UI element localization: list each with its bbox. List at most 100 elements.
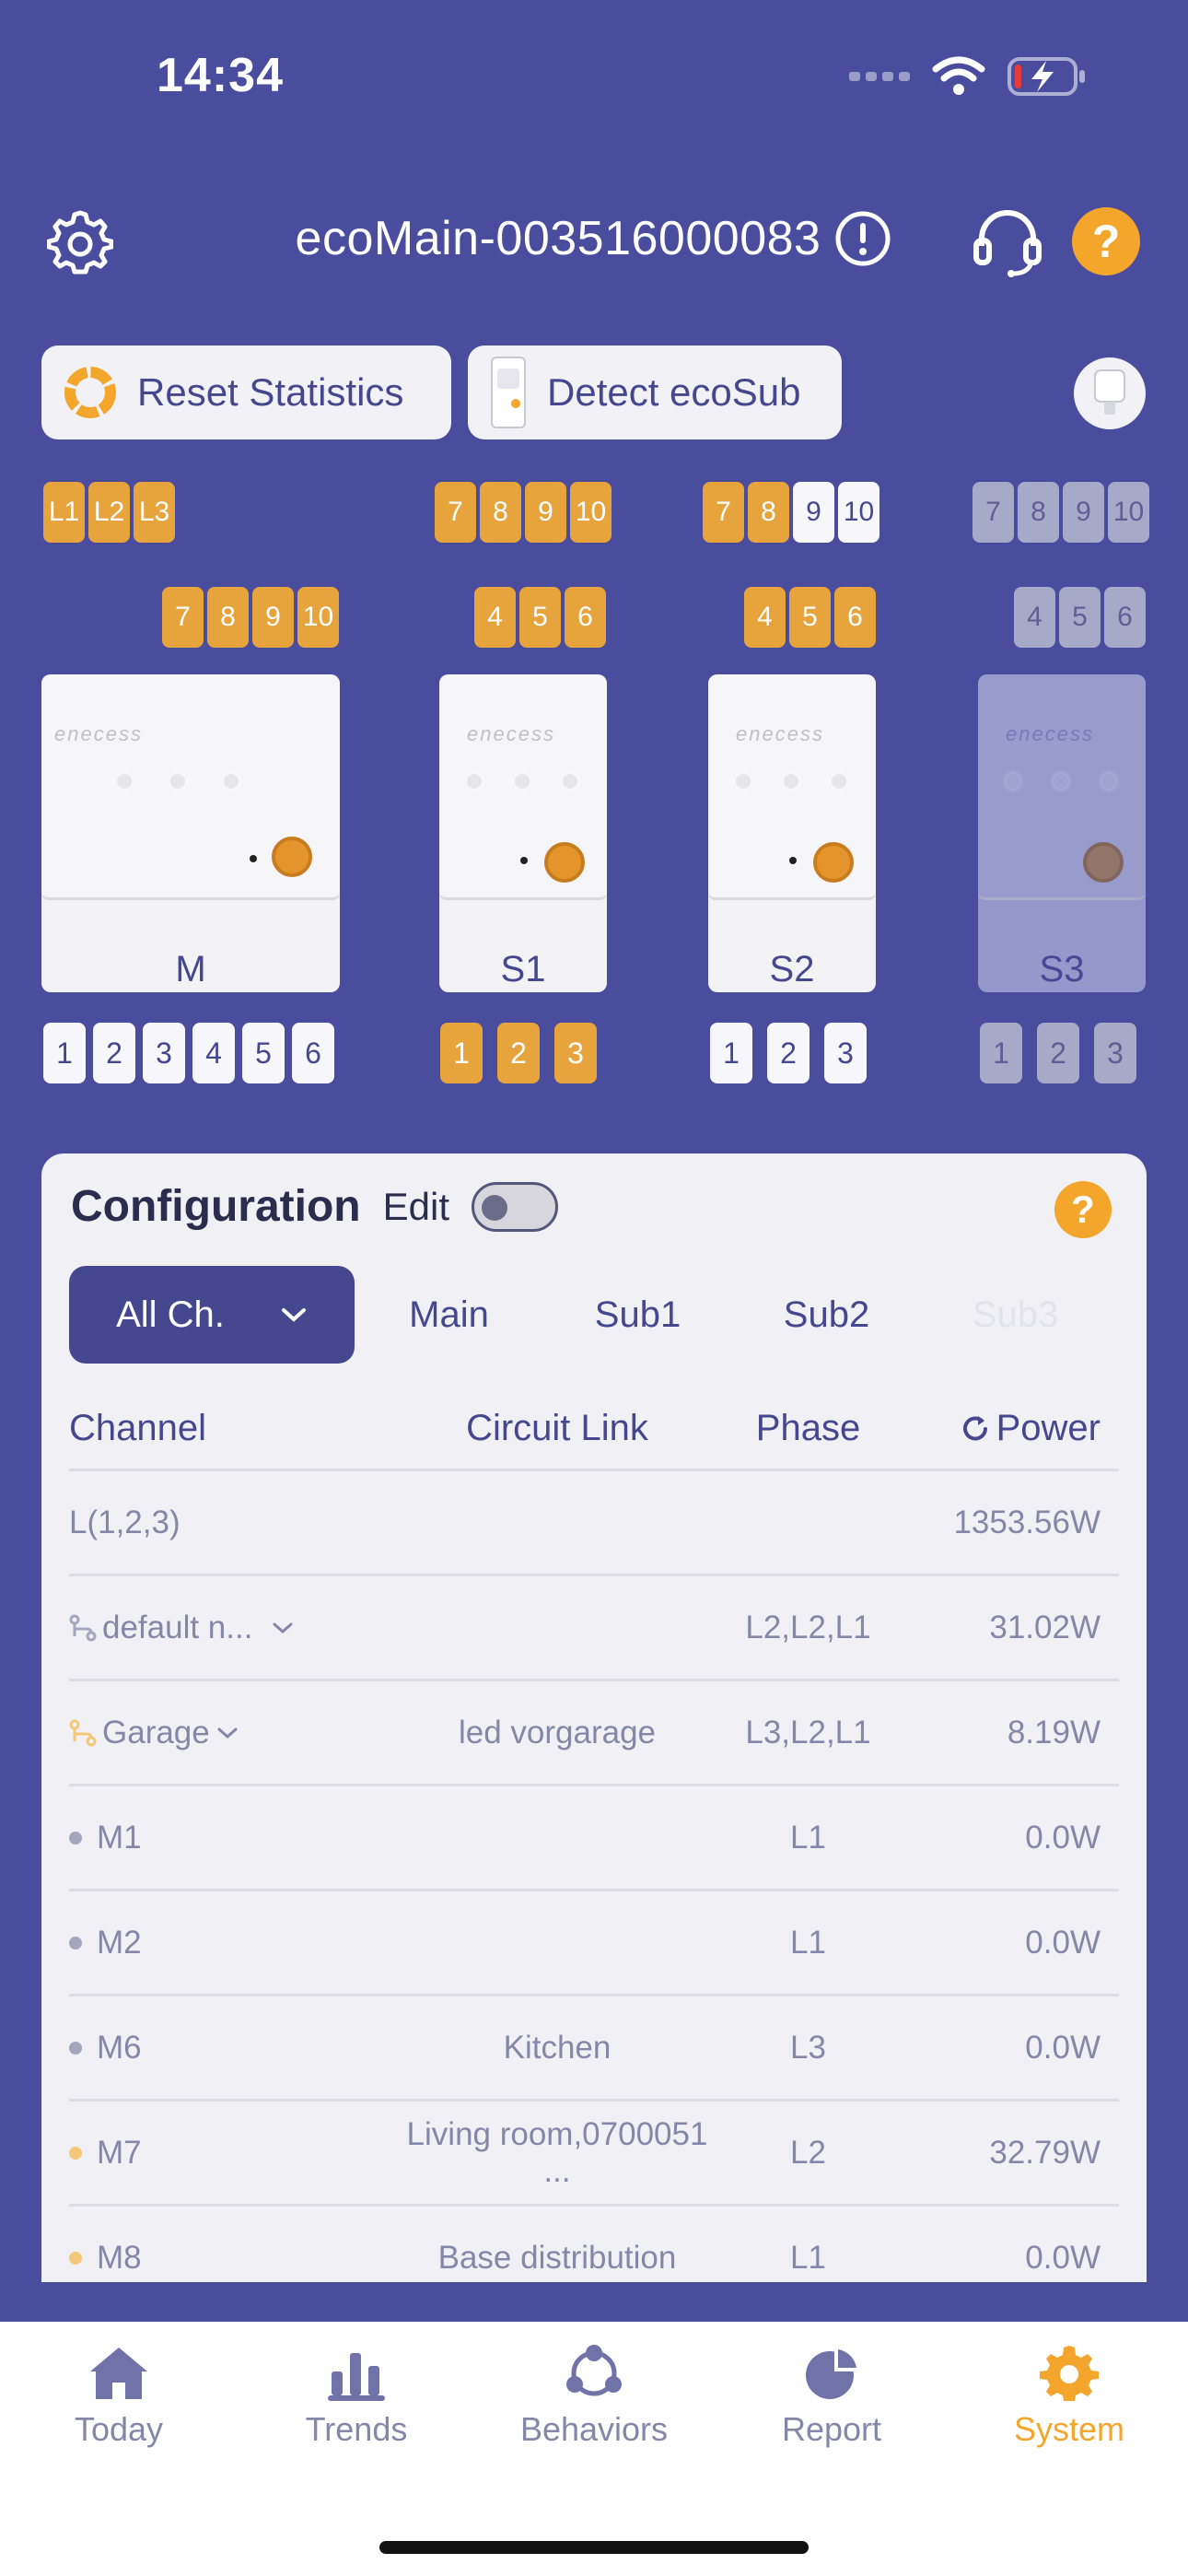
chip[interactable]: 2 — [93, 1023, 135, 1083]
chip[interactable]: 8 — [207, 587, 249, 648]
chip[interactable]: 3 — [1094, 1023, 1136, 1083]
chip[interactable]: 3 — [143, 1023, 185, 1083]
tab-sub1[interactable]: Sub1 — [543, 1294, 732, 1336]
chip[interactable]: 10 — [297, 587, 339, 648]
chip[interactable]: 6 — [1104, 587, 1146, 648]
channel-group[interactable]: default n... — [69, 1610, 401, 1646]
chip[interactable]: 6 — [565, 587, 606, 648]
channel-name: Garage — [102, 1714, 210, 1751]
power: 0.0W — [1025, 2239, 1101, 2276]
power: 8.19W — [1007, 1714, 1101, 1751]
edit-toggle[interactable] — [471, 1181, 558, 1232]
tab-sub3: Sub3 — [972, 1294, 1059, 1335]
chip[interactable]: 7 — [435, 482, 476, 543]
chip[interactable]: 1 — [980, 1023, 1022, 1083]
circuit-link: Base distribution — [437, 2239, 677, 2276]
chip[interactable]: 2 — [767, 1023, 809, 1083]
edit-label: Edit — [382, 1184, 449, 1228]
nav-behaviors[interactable]: Behaviors — [475, 2344, 713, 2449]
nav-report[interactable]: Report — [713, 2344, 950, 2449]
table-row[interactable]: default n... L2,L2,L1 31.02W — [69, 1576, 1119, 1681]
chip[interactable]: 1 — [43, 1023, 86, 1083]
chip[interactable]: 9 — [252, 587, 294, 648]
chip[interactable]: 4 — [474, 587, 516, 648]
support-headset-icon[interactable] — [971, 205, 1044, 279]
chip[interactable]: 3 — [824, 1023, 867, 1083]
channel-cell: M7 — [69, 2135, 401, 2172]
device-title: ecoMain-003516000083 — [295, 212, 821, 265]
channel-cell: M8 — [69, 2240, 401, 2277]
chip[interactable]: 5 — [242, 1023, 285, 1083]
device-body: enecess — [439, 674, 607, 900]
chip[interactable]: 6 — [292, 1023, 334, 1083]
table-row[interactable]: M1 L1 0.0W — [69, 1786, 1119, 1891]
chip[interactable]: 2 — [1037, 1023, 1079, 1083]
chip[interactable]: 8 — [1018, 482, 1059, 543]
device-s3[interactable]: enecess S3 — [978, 674, 1146, 992]
chip[interactable]: 9 — [793, 482, 834, 543]
chip[interactable]: 8 — [748, 482, 789, 543]
group-link-icon — [69, 1719, 97, 1746]
nav-behaviors-label: Behaviors — [519, 2410, 669, 2448]
table-row[interactable]: M2 L1 0.0W — [69, 1891, 1119, 1996]
chip[interactable]: 3 — [554, 1023, 597, 1083]
circuit-link: led vorgarage — [458, 1714, 657, 1751]
chip[interactable]: 9 — [525, 482, 566, 543]
phase: L1 — [790, 1924, 826, 1961]
chip[interactable]: 5 — [789, 587, 831, 648]
chip[interactable]: 10 — [1108, 482, 1149, 543]
channel-cell: M1 — [69, 1820, 401, 1856]
detect-ecosub-button[interactable]: Detect ecoSub — [468, 345, 842, 439]
table-row[interactable]: M6 Kitchen L3 0.0W — [69, 1996, 1119, 2102]
chip[interactable]: 6 — [834, 587, 876, 648]
chip[interactable]: 4 — [1014, 587, 1055, 648]
nav-today[interactable]: Today — [0, 2344, 238, 2449]
channel-group[interactable]: Garage — [69, 1715, 401, 1751]
nav-trends[interactable]: Trends — [238, 2344, 475, 2449]
channel-table: Channel Circuit Link Phase Power L(1,2,3… — [69, 1388, 1119, 2282]
chip[interactable]: 5 — [519, 587, 561, 648]
chip[interactable]: 1 — [710, 1023, 752, 1083]
power: 1353.56W — [953, 1504, 1101, 1540]
nav-system[interactable]: System — [950, 2344, 1188, 2449]
chevron-down-icon — [281, 1308, 306, 1322]
chip[interactable]: 2 — [497, 1023, 540, 1083]
help-icon[interactable]: ? — [1072, 207, 1140, 275]
chip[interactable]: 4 — [192, 1023, 235, 1083]
info-alert-icon[interactable] — [833, 209, 892, 268]
refresh-icon[interactable] — [960, 1413, 991, 1445]
chip[interactable]: 4 — [744, 587, 786, 648]
device-main[interactable]: enecess M — [41, 674, 340, 992]
channel-chips-mid-s3: 4 5 6 — [1014, 587, 1146, 648]
tab-main[interactable]: Main — [355, 1294, 543, 1336]
table-row[interactable]: Garage led vorgarage L3,L2,L1 8.19W — [69, 1681, 1119, 1786]
device-label-s2: S2 — [769, 949, 815, 989]
device-s1[interactable]: enecess S1 — [439, 674, 607, 992]
configuration-panel: Configuration Edit ? All Ch. Main Sub1 S… — [41, 1153, 1147, 2282]
channel-chips-mid-s1: 4 5 6 — [474, 587, 606, 648]
chip[interactable]: 10 — [570, 482, 611, 543]
channel-cell: M6 — [69, 2030, 401, 2067]
configuration-help-icon[interactable]: ? — [1053, 1179, 1113, 1245]
chip[interactable]: 7 — [162, 587, 204, 648]
col-power[interactable]: Power — [903, 1408, 1119, 1449]
reset-statistics-button[interactable]: Reset Statistics — [41, 345, 451, 439]
chip[interactable]: 5 — [1059, 587, 1101, 648]
status-leds — [736, 774, 846, 789]
table-row[interactable]: L(1,2,3) 1353.56W — [69, 1471, 1119, 1576]
smart-plug-button[interactable] — [1074, 357, 1146, 429]
chip-l2[interactable]: L2 — [88, 482, 130, 543]
chip[interactable]: 10 — [838, 482, 879, 543]
chip[interactable]: 1 — [440, 1023, 483, 1083]
tab-all-channels[interactable]: All Ch. — [69, 1266, 355, 1364]
tab-sub2[interactable]: Sub2 — [732, 1294, 921, 1336]
chip-l1[interactable]: L1 — [43, 482, 85, 543]
chip[interactable]: 7 — [973, 482, 1014, 543]
chip[interactable]: 8 — [480, 482, 521, 543]
chip[interactable]: 7 — [703, 482, 744, 543]
chip[interactable]: 9 — [1063, 482, 1104, 543]
table-row[interactable]: M8 Base distribution L1 0.0W — [69, 2207, 1119, 2282]
chip-l3[interactable]: L3 — [134, 482, 175, 543]
device-s2[interactable]: enecess S2 — [708, 674, 876, 992]
table-row[interactable]: M7 Living room,0700051 ... L2 32.79W — [69, 2102, 1119, 2207]
